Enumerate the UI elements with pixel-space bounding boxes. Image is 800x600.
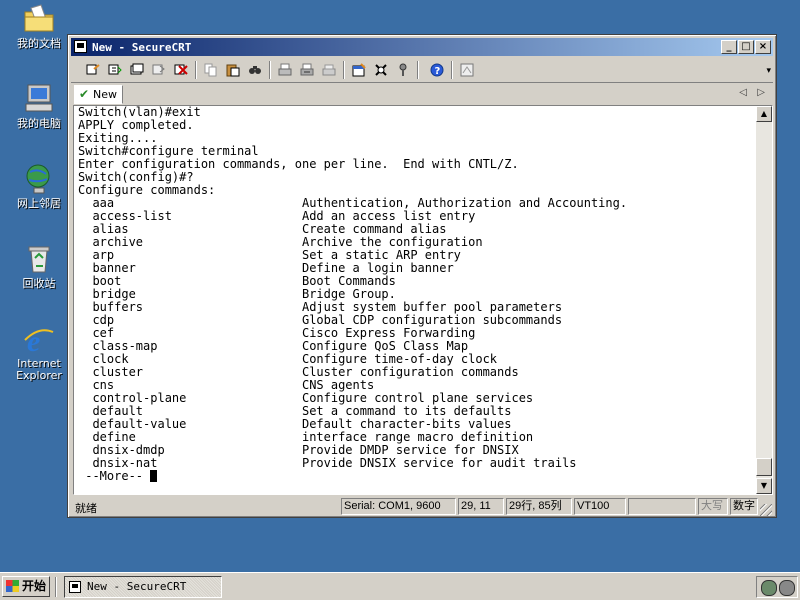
taskbar-button-label: New - SecureCRT	[87, 580, 187, 593]
scroll-up-button[interactable]: ▲	[756, 106, 772, 122]
tab-label: New	[93, 88, 117, 101]
window-title: New - SecureCRT	[92, 41, 192, 54]
maximize-button[interactable]: □	[738, 40, 754, 54]
connect-icon[interactable]	[83, 60, 103, 80]
network-globe-icon	[22, 162, 56, 196]
securecrt-app-icon[interactable]	[74, 40, 87, 53]
status-terminal-type: VT100	[574, 498, 626, 515]
desktop-icon-label: 网上邻居	[17, 197, 61, 210]
toolbar-overflow-chevron-icon[interactable]: ▾	[766, 66, 771, 76]
close-button[interactable]: ×	[755, 40, 771, 54]
windows-flag-icon	[6, 580, 19, 592]
print-icon[interactable]	[275, 60, 295, 80]
scroll-thumb[interactable]	[756, 458, 772, 476]
toolbar-separator	[269, 61, 271, 79]
connect-tab-icon[interactable]	[127, 60, 147, 80]
terminal-line: APPLY completed.	[78, 118, 194, 132]
print-selection-icon[interactable]	[297, 60, 317, 80]
tab-scroll-right-icon[interactable]: ▷	[757, 87, 765, 98]
desktop-icon-label: Internet Explorer	[16, 357, 62, 382]
toolbar-separator	[417, 61, 419, 79]
svg-text:?: ?	[435, 66, 441, 77]
recycle-bin-icon	[22, 242, 56, 276]
toolbar-separator	[195, 61, 197, 79]
minimize-button[interactable]: _	[721, 40, 737, 54]
disconnect-icon[interactable]	[171, 60, 191, 80]
toolbar: ? ▾	[71, 58, 773, 83]
desktop-icon-my-documents[interactable]: 我的文档	[4, 2, 74, 50]
terminal-area[interactable]: Switch(vlan)#exit APPLY completed. Exiting…	[73, 105, 773, 495]
print-setup-icon[interactable]	[319, 60, 339, 80]
status-rows-cols: 29行, 85列	[506, 498, 572, 515]
start-label: 开始	[22, 579, 47, 593]
folder-icon	[22, 2, 56, 36]
tab-new[interactable]: ✔ New	[74, 85, 123, 104]
title-bar[interactable]: New - SecureCRT _ □ ×	[71, 38, 773, 56]
internet-explorer-icon: e	[22, 322, 56, 358]
taskbar-button-securecrt[interactable]: New - SecureCRT	[64, 576, 222, 598]
desktop-icon-network-places[interactable]: 网上邻居	[4, 162, 74, 210]
securecrt-window: New - SecureCRT _ □ × ? ▾ ✔ New ◁ ▷ Swit…	[67, 34, 777, 518]
status-bar: 就绪 Serial: COM1, 9600 29, 11 29行, 85列 VT…	[71, 497, 773, 517]
status-serial: Serial: COM1, 9600	[341, 498, 456, 515]
find-icon[interactable]	[245, 60, 265, 80]
help-icon[interactable]: ?	[427, 60, 447, 80]
start-button[interactable]: 开始	[2, 576, 50, 597]
desktop-icon-my-computer[interactable]: 我的电脑	[4, 82, 74, 130]
desktop-icon-recycle-bin[interactable]: 回收站	[4, 242, 74, 290]
reconnect-icon[interactable]	[149, 60, 169, 80]
terminal-cursor	[150, 470, 158, 482]
toolbar-separator	[343, 61, 345, 79]
status-caps: 大写	[698, 498, 728, 515]
status-blank	[628, 498, 696, 515]
scroll-down-button[interactable]: ▼	[756, 478, 772, 494]
system-tray	[756, 576, 798, 598]
desktop-icon-label: 我的文档	[17, 37, 61, 50]
terminal-output[interactable]: Switch(vlan)#exit APPLY completed. Exiting…	[78, 106, 758, 491]
copy-icon[interactable]	[201, 60, 221, 80]
taskbar: 开始 New - SecureCRT	[0, 572, 800, 600]
more-prompt: --More--	[78, 470, 758, 483]
paste-icon[interactable]	[223, 60, 243, 80]
securecrt-task-icon	[69, 581, 81, 593]
computer-icon	[22, 82, 56, 116]
desktop-icon-label: 回收站	[22, 277, 56, 290]
connected-check-icon: ✔	[79, 87, 90, 101]
global-options-icon[interactable]	[371, 60, 391, 80]
quick-connect-icon[interactable]	[105, 60, 125, 80]
tray-volume-icon[interactable]	[779, 580, 795, 596]
tray-network-icon[interactable]	[761, 580, 777, 596]
terminal-line: dnsix-nat Provide DNSIX service for audi…	[78, 456, 577, 470]
sftp-icon[interactable]	[457, 60, 477, 80]
keymap-icon[interactable]	[393, 60, 413, 80]
session-options-icon[interactable]	[349, 60, 369, 80]
more-prompt-text: --More--	[78, 469, 151, 483]
desktop-icon-label: 我的电脑	[17, 117, 61, 130]
desktop-icon-internet-explorer[interactable]: e Internet Explorer	[4, 322, 74, 382]
status-num: 数字	[730, 498, 758, 515]
session-tab-bar: ✔ New ◁ ▷	[71, 84, 773, 104]
status-ready: 就绪	[75, 502, 97, 515]
taskbar-separator	[55, 577, 57, 597]
resize-grip-icon[interactable]	[760, 504, 772, 516]
toolbar-separator	[451, 61, 453, 79]
vertical-scrollbar[interactable]: ▲ ▼	[756, 106, 772, 494]
svg-text:e: e	[27, 325, 40, 356]
status-cursor-pos: 29, 11	[458, 498, 504, 515]
tab-scroll-left-icon[interactable]: ◁	[739, 87, 747, 98]
